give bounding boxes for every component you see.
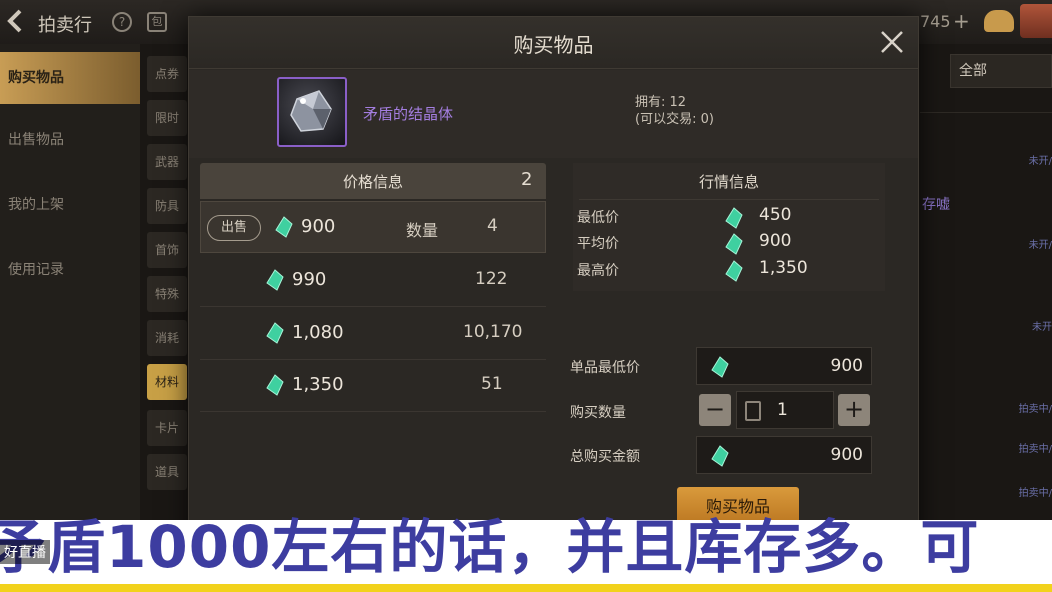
crystal-icon — [290, 90, 332, 132]
unit-min-price-field: 900 — [696, 347, 872, 385]
listing-price: 990 — [292, 269, 327, 290]
gem-currency-icon — [266, 322, 284, 344]
category-tab[interactable]: 消耗 — [147, 320, 187, 356]
market-avg-value: 900 — [759, 231, 792, 251]
category-tab[interactable]: 限时 — [147, 100, 187, 136]
listing-status: 拍卖中/ — [1018, 488, 1052, 499]
market-max-value: 1,350 — [759, 258, 808, 278]
price-info-header: 价格信息 2 — [200, 163, 546, 199]
help-icon[interactable]: ? — [112, 12, 132, 32]
category-tab[interactable]: 特殊 — [147, 276, 187, 312]
listing-status: 拍卖中/ — [1018, 444, 1052, 455]
market-min-value: 450 — [759, 205, 792, 225]
video-subtitle: 矛盾1000左右的话，并且库存多。可 — [0, 513, 980, 581]
market-min-label: 最低价 — [577, 210, 619, 226]
table-row[interactable]: 1,350 51 — [200, 360, 546, 412]
category-tab-active[interactable]: 材料 — [147, 364, 187, 400]
hat-icon[interactable] — [984, 10, 1014, 32]
purchase-quantity-label: 购买数量 — [570, 405, 626, 421]
subtitle-underline — [0, 584, 1052, 592]
dialog-header: 购买物品 — [189, 17, 918, 69]
category-tab[interactable]: 武器 — [147, 144, 187, 180]
calculator-icon[interactable] — [745, 401, 761, 421]
inventory-icon[interactable]: 包 — [147, 12, 167, 32]
close-icon[interactable] — [877, 27, 907, 57]
listing-quantity: 51 — [481, 374, 503, 394]
listing-status: 未开/ — [1028, 240, 1052, 251]
sidebar-item-buy[interactable]: 购买物品 — [0, 52, 140, 104]
gem-currency-icon — [266, 374, 284, 396]
listing-quantity: 4 — [487, 216, 498, 236]
owned-count: 拥有: 12 — [635, 95, 687, 110]
listing-status: 拍卖中/ — [1018, 404, 1052, 415]
listing-status: 未开/ — [1028, 156, 1052, 167]
gem-currency-icon — [725, 207, 743, 229]
add-currency-button[interactable]: + — [953, 9, 970, 33]
tradeable-count: (可以交易: 0) — [635, 112, 714, 127]
total-amount-value: 900 — [830, 445, 863, 465]
gem-currency-icon — [711, 356, 729, 378]
price-info-title: 价格信息 — [342, 173, 403, 191]
unit-min-price-value: 900 — [830, 356, 863, 376]
dialog-title: 购买物品 — [513, 33, 594, 57]
gem-currency-icon — [725, 233, 743, 255]
listing-name: 存嘘 — [922, 197, 950, 213]
quantity-label: 数量 — [406, 221, 439, 240]
category-tab[interactable]: 点券 — [147, 56, 187, 92]
total-amount-field: 900 — [696, 436, 872, 474]
market-info-title: 行情信息 — [698, 173, 759, 191]
crystal-item-icon[interactable] — [277, 77, 347, 147]
screen-title: 拍卖行 — [38, 15, 92, 36]
category-tab[interactable]: 防具 — [147, 188, 187, 224]
sidebar-item-sell[interactable]: 出售物品 — [0, 114, 140, 166]
sidebar-item-history[interactable]: 使用记录 — [0, 244, 140, 296]
owned-info: 拥有: 12 (可以交易: 0) — [635, 94, 714, 128]
table-row[interactable]: 990 122 — [200, 255, 546, 307]
currency-amount: 745 — [920, 12, 951, 31]
category-tab[interactable]: 道具 — [147, 454, 187, 490]
quantity-value: 1 — [777, 400, 788, 420]
listing-price: 900 — [301, 216, 336, 237]
decrease-quantity-button[interactable]: − — [699, 394, 731, 426]
listing-price: 1,080 — [292, 322, 344, 343]
sell-badge: 出售 — [207, 215, 261, 241]
gem-currency-icon — [275, 216, 293, 238]
listing-quantity: 10,170 — [463, 322, 523, 342]
category-tab[interactable]: 卡片 — [147, 410, 187, 446]
unit-min-price-label: 单品最低价 — [570, 360, 640, 376]
divider — [920, 112, 1052, 113]
avatar[interactable] — [1020, 4, 1052, 38]
table-row[interactable]: 出售 900 数量 4 — [200, 201, 546, 253]
quantity-input[interactable]: 1 — [736, 391, 834, 429]
back-arrow-icon[interactable] — [4, 8, 30, 34]
listing-status: 未开 — [1032, 322, 1052, 333]
market-max-label: 最高价 — [577, 263, 619, 279]
market-info-panel: 行情信息 最低价 450 平均价 900 最高价 1,350 — [573, 163, 885, 291]
price-info-count: 2 — [521, 169, 533, 190]
listing-quantity: 122 — [475, 269, 508, 289]
item-summary: 矛盾的结晶体 拥有: 12 (可以交易: 0) — [189, 70, 918, 158]
category-tab[interactable]: 首饰 — [147, 232, 187, 268]
increase-quantity-button[interactable]: + — [838, 394, 870, 426]
stream-watermark: 好直播 — [0, 540, 50, 564]
item-name: 矛盾的结晶体 — [363, 105, 454, 123]
listing-price: 1,350 — [292, 374, 344, 395]
table-row[interactable]: 1,080 10,170 — [200, 308, 546, 360]
gem-currency-icon — [711, 445, 729, 467]
total-amount-label: 总购买金额 — [570, 449, 640, 465]
price-info-table: 价格信息 2 出售 900 数量 4 990 122 1,080 10,170 … — [200, 163, 546, 463]
divider — [579, 199, 879, 200]
sidebar-item-my-listings[interactable]: 我的上架 — [0, 179, 140, 231]
market-avg-label: 平均价 — [577, 236, 619, 252]
filter-dropdown[interactable]: 全部 — [950, 54, 1052, 88]
gem-currency-icon — [266, 269, 284, 291]
gem-currency-icon — [725, 260, 743, 282]
